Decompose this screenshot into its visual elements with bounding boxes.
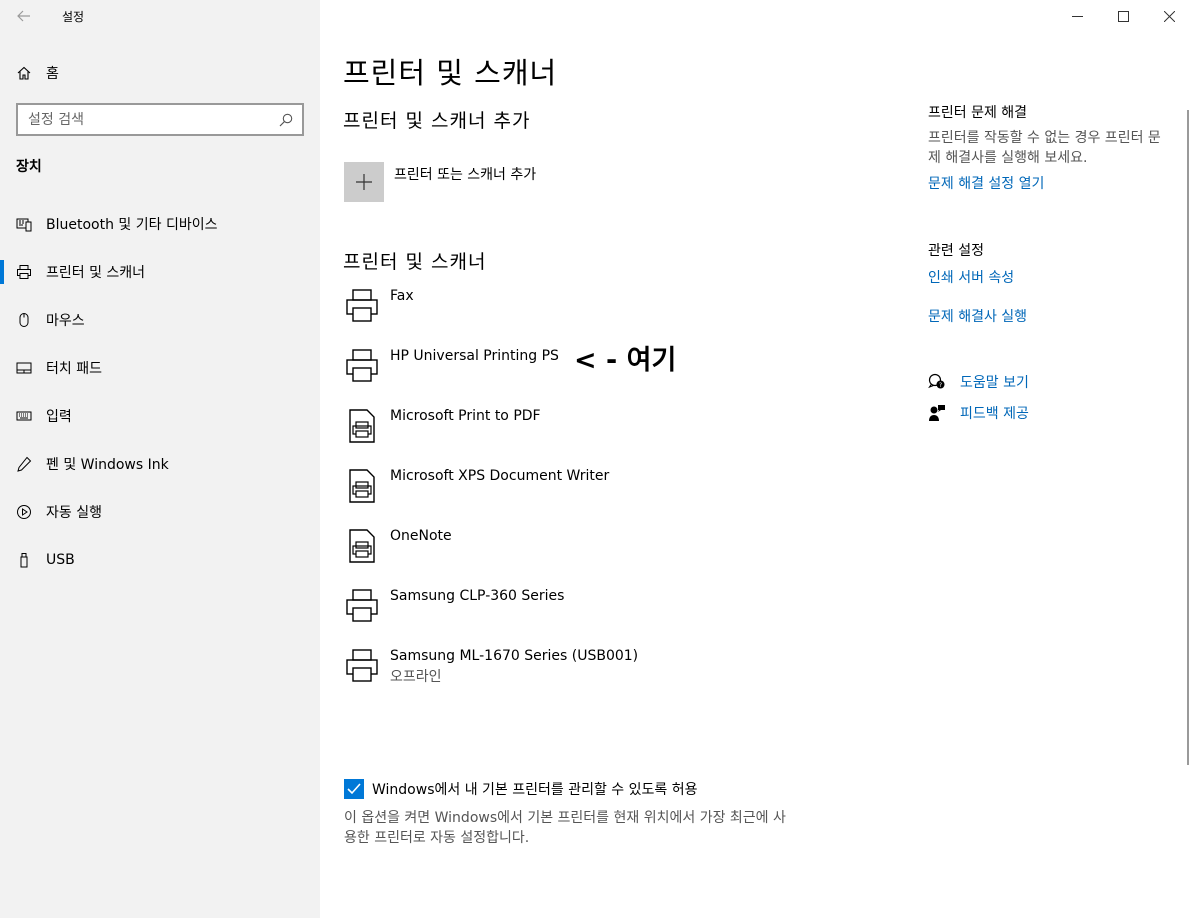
sidebar-item-autoplay[interactable]: 자동 실행 (0, 488, 320, 536)
give-feedback-link[interactable]: 피드백 제공 (928, 403, 1029, 423)
app-title: 설정 (62, 10, 85, 24)
svg-text:?: ? (939, 382, 942, 389)
get-help-label: 도움말 보기 (960, 375, 1029, 391)
home-nav-item[interactable]: 홈 (16, 62, 59, 84)
printer-icon (343, 644, 381, 688)
keyboard-icon (16, 408, 32, 424)
printer-name: Samsung ML-1670 Series (USB001) (390, 648, 639, 664)
sidebar-item-typing[interactable]: 입력 (0, 392, 320, 440)
printer-item[interactable]: Microsoft Print to PDF (343, 404, 541, 452)
help-chat-icon: ? (928, 373, 946, 391)
sidebar-item-touchpad[interactable]: 터치 패드 (0, 344, 320, 392)
printer-item[interactable]: Samsung ML-1670 Series (USB001) 오프라인 (343, 644, 638, 692)
bluetooth-devices-icon (16, 216, 32, 232)
printer-item[interactable]: Fax (343, 284, 414, 332)
troubleshoot-text: 프린터를 작동할 수 없는 경우 프린터 문제 해결사를 실행해 보세요. (928, 130, 1161, 166)
maximize-icon (1117, 10, 1129, 22)
printer-name: HP Universal Printing PS (390, 348, 559, 364)
home-label: 홈 (46, 66, 59, 82)
default-printer-checkbox[interactable] (344, 779, 364, 799)
printer-item[interactable]: HP Universal Printing PS (343, 344, 559, 392)
add-printer-button[interactable] (344, 162, 384, 202)
back-button[interactable] (12, 6, 36, 26)
titlebar: 설정 (0, 0, 320, 32)
sidebar-item-label: 터치 패드 (46, 361, 102, 377)
printer-name: Microsoft Print to PDF (390, 408, 541, 424)
printer-name: Fax (390, 288, 414, 304)
minimize-button[interactable] (1054, 0, 1100, 32)
document-printer-icon (343, 404, 381, 448)
close-button[interactable] (1146, 0, 1192, 32)
default-printer-description: 이 옵션을 켜면 Windows에서 기본 프린터를 현재 위치에서 가장 최근… (344, 810, 786, 846)
printer-item[interactable]: Samsung CLP-360 Series (343, 584, 564, 632)
add-printer-label[interactable]: 프린터 또는 스캐너 추가 (394, 164, 536, 184)
page-title: 프린터 및 스캐너 (343, 56, 558, 90)
printer-item[interactable]: OneNote (343, 524, 452, 572)
print-server-properties-link[interactable]: 인쇄 서버 속성 (928, 267, 1014, 287)
default-printer-label[interactable]: Windows에서 내 기본 프린터를 관리할 수 있도록 허용 (372, 779, 698, 799)
printer-icon (343, 344, 381, 388)
document-printer-icon (343, 524, 381, 568)
printer-name: Microsoft XPS Document Writer (390, 468, 610, 484)
default-printer-setting[interactable]: Windows에서 내 기본 프린터를 관리할 수 있도록 허용 (344, 779, 698, 799)
scrollbar[interactable] (1187, 110, 1189, 765)
printer-icon (16, 264, 32, 280)
minimize-icon (1071, 15, 1083, 17)
give-feedback-label: 피드백 제공 (960, 406, 1029, 422)
window-controls (1054, 0, 1192, 32)
sidebar-item-label: 프린터 및 스캐너 (46, 265, 146, 281)
troubleshoot-settings-link[interactable]: 문제 해결 설정 열기 (928, 173, 1044, 193)
autoplay-icon (16, 504, 32, 520)
pen-icon (16, 456, 32, 472)
sidebar-item-label: 마우스 (46, 313, 85, 329)
printer-item[interactable]: Microsoft XPS Document Writer (343, 464, 609, 512)
printer-icon (343, 284, 381, 328)
sidebar-item-label: Bluetooth 및 기타 디바이스 (46, 217, 218, 233)
usb-icon (16, 552, 32, 568)
run-troubleshooter-link[interactable]: 문제 해결사 실행 (928, 306, 1027, 326)
sidebar-item-usb[interactable]: USB (0, 536, 320, 584)
sidebar-item-label: USB (46, 552, 75, 568)
add-section-title: 프린터 및 스캐너 추가 (343, 110, 531, 132)
search-input[interactable] (28, 111, 270, 128)
document-printer-icon (343, 464, 381, 508)
related-settings-heading: 관련 설정 (928, 243, 984, 259)
feedback-icon (928, 404, 946, 422)
search-box[interactable] (16, 103, 304, 136)
home-icon (17, 66, 31, 80)
sidebar-item-label: 펜 및 Windows Ink (46, 457, 169, 473)
get-help-link[interactable]: ? 도움말 보기 (928, 372, 1029, 392)
checkmark-icon (347, 783, 361, 795)
sidebar: 설정 홈 장치 Bluetooth 및 기타 디바이스 프린터 및 스캐너 (0, 0, 320, 918)
touchpad-icon (16, 360, 32, 376)
arrow-left-icon (17, 10, 30, 22)
sidebar-item-pen[interactable]: 펜 및 Windows Ink (0, 440, 320, 488)
printer-status: 오프라인 (390, 669, 442, 685)
sidebar-item-label: 입력 (46, 409, 72, 425)
plus-icon (356, 174, 372, 190)
sidebar-item-mouse[interactable]: 마우스 (0, 296, 320, 344)
sidebar-item-bluetooth[interactable]: Bluetooth 및 기타 디바이스 (0, 200, 320, 248)
annotation-label: < - 여기 (574, 345, 677, 376)
maximize-button[interactable] (1100, 0, 1146, 32)
sidebar-nav: Bluetooth 및 기타 디바이스 프린터 및 스캐너 마우스 터치 패드 … (0, 200, 320, 584)
sidebar-item-label: 자동 실행 (46, 505, 102, 521)
section-title: 장치 (16, 159, 42, 175)
troubleshoot-heading: 프린터 문제 해결 (928, 105, 1028, 121)
printer-name: Samsung CLP-360 Series (390, 588, 565, 604)
search-icon[interactable] (270, 113, 302, 127)
mouse-icon (16, 312, 32, 328)
printer-name: OneNote (390, 528, 452, 544)
printer-icon (343, 584, 381, 628)
sidebar-item-printers[interactable]: 프린터 및 스캐너 (0, 248, 320, 296)
close-icon (1163, 10, 1175, 22)
list-section-title: 프린터 및 스캐너 (343, 251, 487, 273)
